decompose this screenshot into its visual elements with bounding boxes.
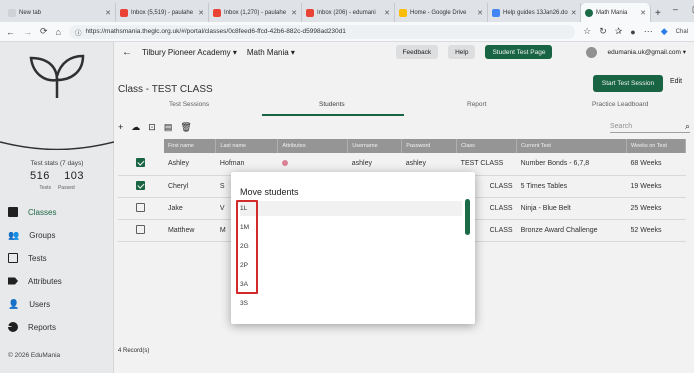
mathmania-icon	[585, 8, 593, 17]
close-icon[interactable]: ✕	[105, 9, 111, 17]
class-option-3s[interactable]: 3S	[240, 296, 462, 311]
new-tab-button[interactable]: +	[651, 8, 665, 22]
dialog-scrollbar[interactable]	[465, 199, 470, 235]
browser-tab-title: Math Mania	[596, 9, 628, 16]
browser-tab[interactable]: Inbox (206) - edumani ✕	[302, 3, 395, 22]
browser-tab-title: Inbox (5,519) - paulahe	[131, 9, 194, 16]
close-icon[interactable]: ✕	[198, 9, 204, 17]
browser-tab-title: New tab	[19, 9, 42, 16]
browser-tab-title: Inbox (1,270) - paulahe	[224, 9, 287, 16]
refresh-extension-icon[interactable]: ↻	[599, 26, 607, 37]
newtab-icon	[8, 8, 16, 17]
refresh-icon[interactable]: ⟳	[40, 26, 48, 37]
browser-tab-strip: New tab ✕ Inbox (5,519) - paulahe ✕ Inbo…	[0, 0, 694, 22]
drive-icon	[399, 8, 407, 17]
browser-tab[interactable]: Help guides 13Jan26.do ✕	[488, 3, 581, 22]
class-option-2g[interactable]: 2G	[240, 239, 462, 254]
favorite-icon[interactable]: ☆	[583, 26, 591, 37]
browser-tab[interactable]: Inbox (5,519) - paulahe ✕	[116, 3, 209, 22]
url-text: https://mathsmania.theglc.org.uk/#/porta…	[85, 28, 346, 35]
gmail-icon	[213, 8, 221, 17]
class-option-1l[interactable]: 1L	[240, 201, 462, 216]
address-bar-row: ← → ⟳ ⌂ ⓘ https://mathsmania.theglc.org.…	[0, 22, 694, 42]
profile-icon[interactable]: ●	[630, 27, 635, 37]
class-option-3a[interactable]: 3A	[240, 277, 462, 292]
close-icon[interactable]: ✕	[291, 9, 297, 17]
gmail-icon	[306, 8, 314, 17]
close-icon[interactable]: ✕	[477, 9, 483, 17]
forward-icon[interactable]: →	[23, 27, 32, 37]
browser-tab[interactable]: Home - Google Drive ✕	[395, 3, 488, 22]
browser-tab-title: Inbox (206) - edumani	[317, 9, 376, 16]
gmail-icon	[120, 8, 128, 17]
close-icon[interactable]: ✕	[640, 9, 646, 17]
url-field[interactable]: ⓘ https://mathsmania.theglc.org.uk/#/por…	[68, 24, 576, 39]
class-option-2p[interactable]: 2P	[240, 258, 462, 273]
browser-tab[interactable]: New tab ✕	[4, 3, 116, 22]
more-icon[interactable]: ⋯	[644, 26, 653, 37]
move-students-dialog: Move students 1L 1M 2G 2P 3A 3S	[231, 172, 475, 324]
copilot-icon[interactable]: ◆	[661, 26, 668, 37]
annotation-highlight-box	[236, 200, 258, 294]
site-info-icon[interactable]: ⓘ	[75, 27, 82, 37]
window-controls: – ▢ ✕	[665, 4, 694, 19]
profile-label: Chal	[675, 28, 688, 35]
favorites-icon[interactable]: ✰	[615, 26, 623, 37]
close-icon[interactable]: ✕	[571, 9, 577, 17]
home-icon[interactable]: ⌂	[56, 27, 61, 37]
browser-tab-title: Help guides 13Jan26.do	[503, 9, 568, 16]
class-option-label: 3S	[240, 300, 248, 307]
minimize-icon[interactable]: –	[673, 4, 678, 15]
browser-tab-title: Home - Google Drive	[410, 9, 467, 16]
class-option-1m[interactable]: 1M	[240, 220, 462, 235]
docs-icon	[492, 8, 500, 17]
browser-tab[interactable]: Inbox (1,270) - paulahe ✕	[209, 3, 302, 22]
browser-tab-active[interactable]: Math Mania ✕	[581, 3, 651, 22]
back-icon[interactable]: ←	[6, 27, 15, 37]
close-icon[interactable]: ✕	[384, 9, 390, 17]
dialog-title: Move students	[240, 187, 299, 197]
